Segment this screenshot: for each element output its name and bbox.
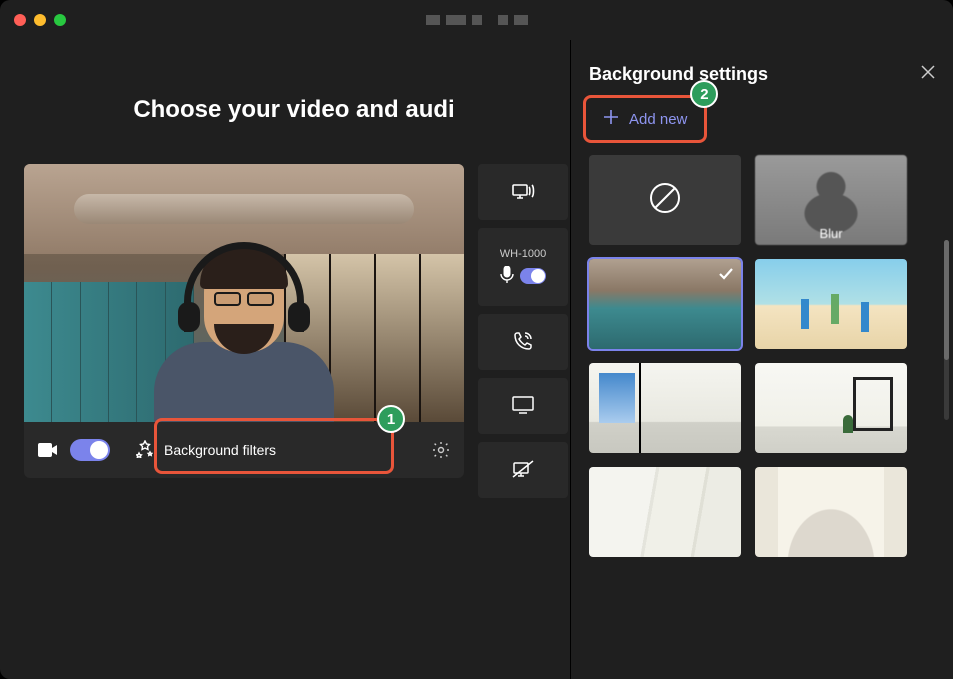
preview-controls-bar: Background filters 1 — [24, 422, 464, 478]
close-panel-button[interactable] — [921, 65, 935, 84]
microphone-icon — [500, 266, 514, 287]
none-icon — [648, 181, 682, 220]
blur-label: Blur — [819, 226, 842, 241]
background-white-2[interactable] — [755, 467, 907, 557]
filters-icon — [136, 440, 154, 461]
window-maximize-button[interactable] — [54, 14, 66, 26]
monitor-icon — [512, 396, 534, 417]
speaker-off-icon — [512, 460, 534, 481]
traffic-lights — [14, 14, 66, 26]
window-close-button[interactable] — [14, 14, 26, 26]
audio-controls-column: WH-1000 — [478, 164, 568, 498]
speaker-icon — [511, 181, 535, 204]
callout-2: 2 — [583, 95, 707, 143]
titlebar — [0, 0, 953, 40]
check-icon — [717, 265, 735, 283]
video-preview — [24, 164, 464, 422]
page-title: Choose your video and audi — [24, 96, 564, 124]
computer-audio-button[interactable] — [478, 164, 568, 220]
callout-badge-1: 1 — [377, 405, 405, 433]
video-preview-column: Background filters 1 — [24, 164, 464, 498]
background-settings-panel: Background settings Add new 2 — [570, 40, 953, 679]
background-none[interactable] — [589, 155, 741, 245]
scrollbar-thumb[interactable] — [944, 240, 949, 360]
room-audio-button[interactable] — [478, 378, 568, 434]
panel-header: Background settings — [589, 64, 935, 85]
background-blur[interactable]: Blur — [755, 155, 907, 245]
phone-icon — [513, 331, 533, 354]
background-room-1[interactable] — [589, 363, 741, 453]
content: Choose your video and audi — [0, 40, 953, 679]
left-pane: Choose your video and audi — [0, 40, 570, 679]
video-area: Background filters 1 — [24, 164, 570, 498]
microphone-toggle[interactable] — [520, 268, 546, 284]
callout-1: 1 — [154, 418, 394, 474]
background-white-1[interactable] — [589, 467, 741, 557]
audio-device-name: WH-1000 — [500, 248, 546, 260]
background-office[interactable] — [589, 259, 741, 349]
background-room-2[interactable] — [755, 363, 907, 453]
callout-badge-2: 2 — [690, 80, 718, 108]
window-minimize-button[interactable] — [34, 14, 46, 26]
app-window: Choose your video and audi — [0, 0, 953, 679]
phone-audio-button[interactable] — [478, 314, 568, 370]
person-preview — [144, 202, 344, 422]
audio-device-selector[interactable]: WH-1000 — [478, 228, 568, 306]
scrollbar[interactable] — [944, 240, 949, 420]
panel-title: Background settings — [589, 64, 768, 85]
add-new-wrapper: Add new 2 — [589, 101, 701, 137]
no-audio-button[interactable] — [478, 442, 568, 498]
settings-button[interactable] — [432, 441, 450, 459]
camera-toggle[interactable] — [70, 439, 110, 461]
background-beach[interactable] — [755, 259, 907, 349]
title-placeholder — [426, 15, 528, 25]
background-grid: Blur — [589, 155, 935, 557]
camera-icon — [38, 443, 58, 457]
